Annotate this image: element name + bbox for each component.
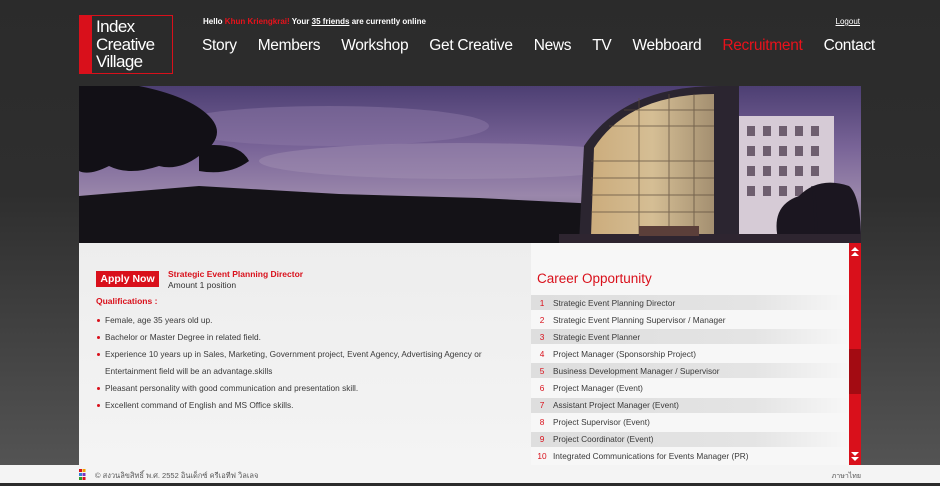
career-item-1[interactable]: 1 Strategic Event Planning Director	[531, 295, 849, 310]
nav-item-news[interactable]: News	[534, 37, 572, 55]
career-item-10[interactable]: 10 Integrated Communications for Events M…	[531, 449, 849, 464]
qualification-item: Excellent command of English and MS Offi…	[96, 397, 516, 414]
career-item-9[interactable]: 9 Project Coordinator (Event)	[531, 431, 849, 447]
qualification-item: Pleasant personality with good communica…	[96, 380, 516, 397]
job-title: Strategic Event Planning Director	[168, 269, 304, 279]
logo-line-2: Creative	[96, 34, 155, 54]
nav-item-webboard[interactable]: Webboard	[632, 37, 701, 55]
career-item-6[interactable]: 6 Project Manager (Event)	[531, 380, 849, 395]
scroll-down-icon[interactable]	[849, 449, 861, 463]
logo-line-3: Village	[96, 52, 143, 71]
career-item-7[interactable]: 7 Assistant Project Manager (Event)	[531, 397, 849, 413]
job-amount: Amount 1 position	[168, 280, 237, 290]
scrollbar-thumb[interactable]	[849, 349, 861, 394]
career-item-3[interactable]: 3 Strategic Event Planner	[531, 329, 849, 345]
career-item-label: Assistant Project Manager (Event)	[553, 400, 679, 411]
hero-banner-image	[79, 86, 861, 243]
qualification-item: Bachelor or Master Degree in related fie…	[96, 329, 516, 346]
qualification-line-1: Experience 10 years up in Sales, Marketi…	[105, 349, 482, 359]
nav-item-workshop[interactable]: Workshop	[341, 37, 408, 55]
nav-item-contact[interactable]: Contact	[824, 37, 876, 55]
career-opportunity-heading: Career Opportunity	[537, 271, 652, 286]
hero-building-illustration	[79, 86, 861, 243]
qualification-line-2: Entertainment field will be an advantage…	[105, 366, 273, 376]
scroll-up-icon[interactable]	[849, 245, 861, 259]
career-item-label: Project Supervisor (Event)	[553, 417, 650, 428]
language-switch-link[interactable]: ภาษาไทย	[832, 471, 861, 482]
logo-red-bar	[80, 16, 92, 73]
greeting-hello: Hello	[203, 17, 223, 26]
career-item-number: 8	[539, 417, 545, 428]
career-list-scrollbar[interactable]	[849, 243, 861, 465]
footer-logo-icon	[79, 468, 89, 480]
nav-item-get-creative[interactable]: Get Creative	[429, 37, 513, 55]
footer-copyright: © สงวนลิขสิทธิ์ พ.ศ. 2552 อินเด็กซ์ ครีเ…	[95, 471, 259, 480]
nav-item-story[interactable]: Story	[202, 37, 237, 55]
qualification-item: Female, age 35 years old up.	[96, 312, 516, 329]
career-item-label: Business Development Manager / Superviso…	[553, 365, 720, 376]
career-item-number: 4	[539, 348, 545, 359]
career-item-number: 1	[539, 297, 545, 308]
career-item-label: Strategic Event Planning Director	[553, 297, 676, 308]
career-item-number: 3	[539, 331, 545, 342]
qualifications-list: Female, age 35 years old up. Bachelor or…	[96, 312, 516, 414]
greeting-your: Your	[291, 17, 310, 26]
career-item-number: 7	[539, 400, 545, 411]
apply-now-button[interactable]: Apply Now	[96, 271, 159, 287]
career-item-number: 2	[539, 314, 545, 325]
career-item-2[interactable]: 2 Strategic Event Planning Supervisor / M…	[531, 312, 849, 327]
career-item-4[interactable]: 4 Project Manager (Sponsorship Project)	[531, 346, 849, 361]
career-item-label: Project Manager (Event)	[553, 382, 643, 393]
greeting-user-link[interactable]: Khun Kriengkrai!	[225, 17, 290, 26]
career-item-number: 6	[539, 382, 545, 393]
logout-link[interactable]: Logout	[836, 17, 860, 26]
career-item-8[interactable]: 8 Project Supervisor (Event)	[531, 415, 849, 430]
career-item-label: Strategic Event Planning Supervisor / Ma…	[553, 314, 726, 325]
main-nav: Story Members Workshop Get Creative News…	[202, 37, 875, 55]
nav-item-recruitment[interactable]: Recruitment	[722, 37, 803, 55]
logo-text: Index Creative Village	[96, 18, 155, 71]
career-item-5[interactable]: 5 Business Development Manager / Supervis…	[531, 363, 849, 379]
friends-online-link[interactable]: 35 friends	[312, 17, 350, 26]
career-list: 1 Strategic Event Planning Director 2 Stra…	[531, 295, 849, 466]
career-item-label: Project Coordinator (Event)	[553, 434, 654, 445]
career-item-number: 9	[539, 434, 545, 445]
career-item-number: 10	[537, 451, 547, 462]
qualification-item: Experience 10 years up in Sales, Marketi…	[96, 346, 516, 380]
career-item-label: Project Manager (Sponsorship Project)	[553, 348, 696, 359]
logo-line-1: Index	[96, 17, 135, 36]
career-item-number: 5	[539, 365, 545, 376]
career-item-label: Integrated Communications for Events Man…	[553, 451, 749, 462]
nav-item-tv[interactable]: TV	[592, 37, 612, 55]
career-item-label: Strategic Event Planner	[553, 331, 641, 342]
greeting-bar: Hello Khun Kriengkrai! Your 35 friends a…	[203, 17, 426, 26]
greeting-tail: are currently online	[351, 17, 426, 26]
qualifications-heading: Qualifications :	[96, 296, 158, 306]
site-logo[interactable]: Index Creative Village	[79, 15, 173, 74]
nav-item-members[interactable]: Members	[258, 37, 321, 55]
